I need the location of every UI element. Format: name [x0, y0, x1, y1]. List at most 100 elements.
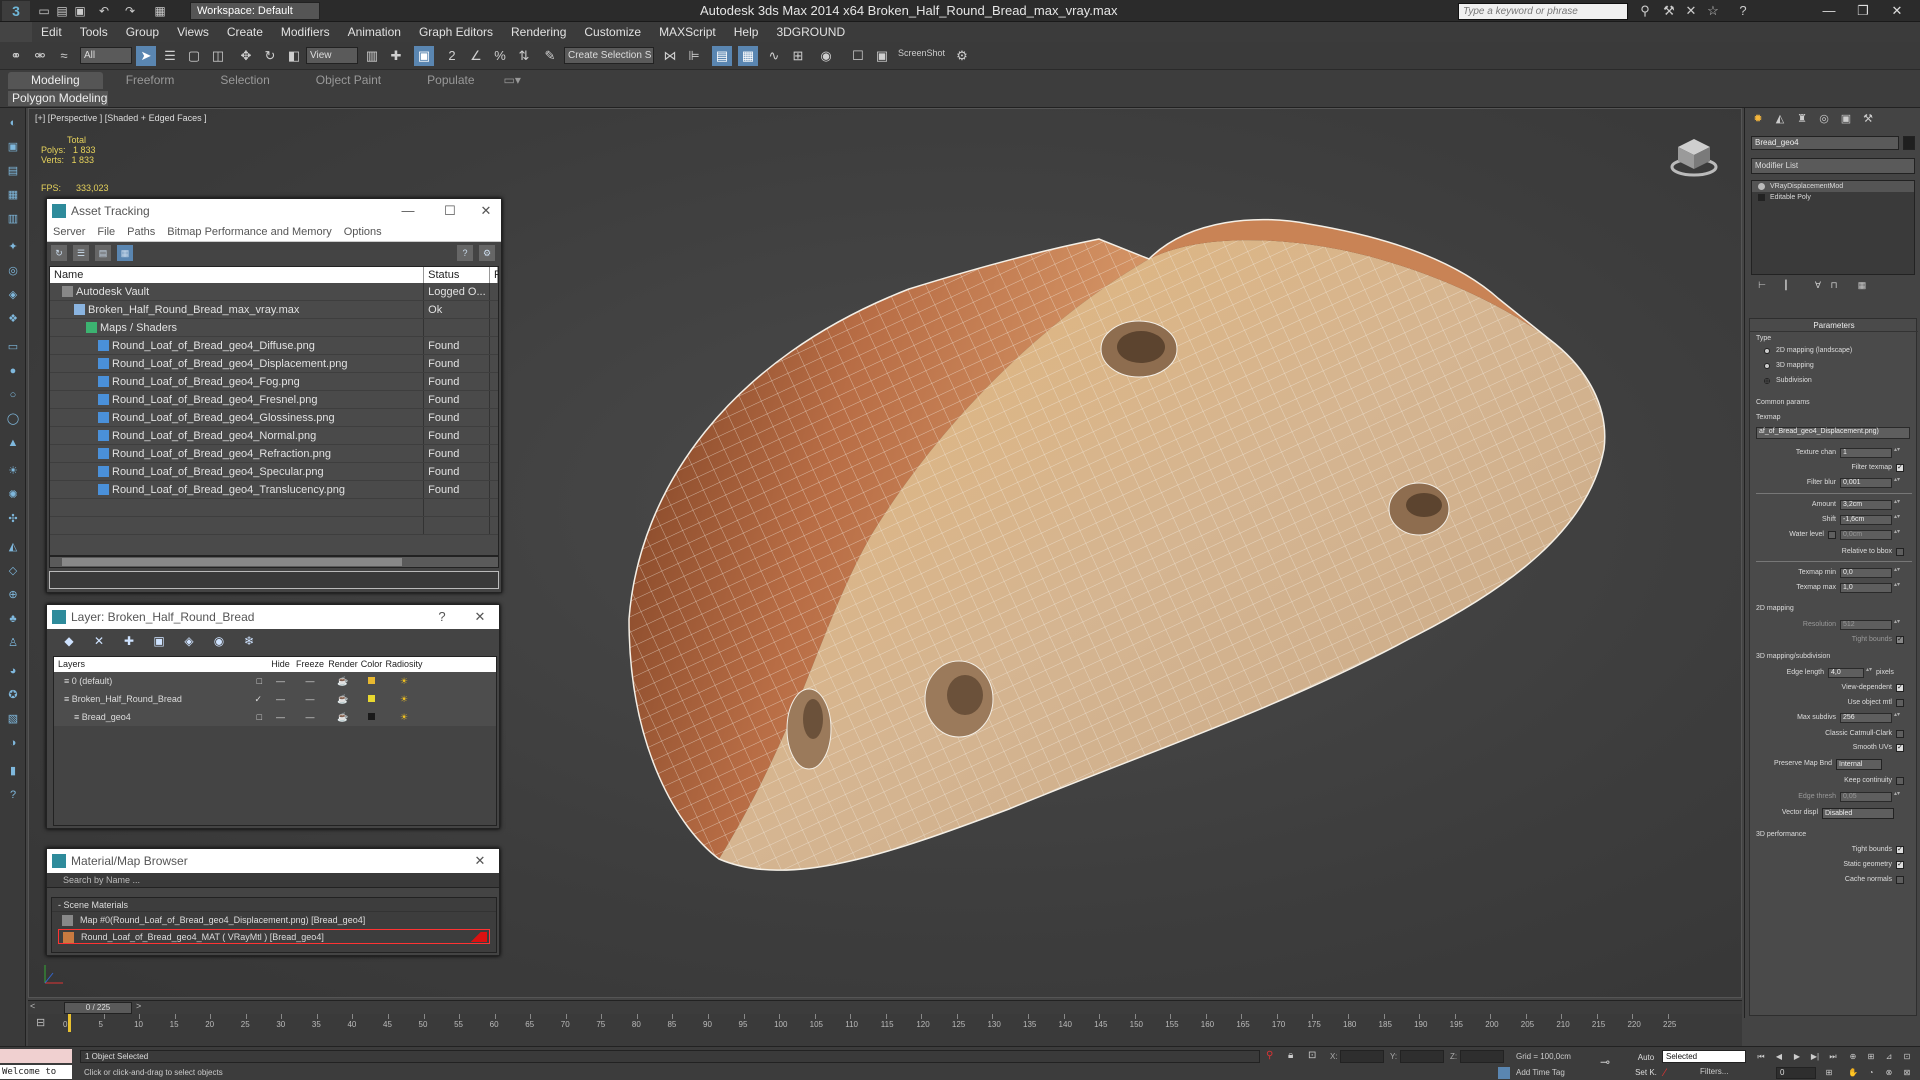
render-frame-icon[interactable]: ▣ [872, 46, 892, 66]
close-window-button[interactable]: ✕ [1874, 0, 1920, 22]
bind-space-warp-icon[interactable]: ≈ [54, 46, 74, 66]
motion-tab-icon[interactable]: ◎ [1813, 110, 1835, 128]
layer-help-button[interactable]: ? [427, 605, 457, 629]
modify-tab-icon[interactable]: ◭ [1769, 110, 1791, 128]
edge-length-input[interactable]: 4,0 [1828, 668, 1864, 678]
stack-item-vraydisplacementmod[interactable]: VRayDisplacementMod [1752, 181, 1914, 192]
asset-row[interactable]: Round_Loaf_of_Bread_geo4_Normal.png Found [50, 427, 498, 445]
material-browser-title-bar[interactable]: Material/Map Browser ✕ [47, 849, 499, 873]
create-tab-icon[interactable]: ✹ [1747, 110, 1769, 128]
col-radiosity[interactable]: Radiosity [384, 657, 424, 672]
max-subdivs-spinner[interactable]: ▴▾ [1894, 712, 1900, 723]
layer-color-cell[interactable] [359, 690, 384, 708]
scale-icon[interactable]: ◧ [284, 46, 304, 66]
modifier-list-dropdown[interactable]: Modifier List [1751, 158, 1915, 174]
resolution-spinner[interactable]: ▴▾ [1894, 619, 1900, 630]
max-subdivs-input[interactable]: 256 [1840, 713, 1892, 723]
material-browser-close-button[interactable]: ✕ [465, 849, 495, 873]
layer-manager-icon[interactable]: ▦ [738, 46, 758, 66]
preserve-map-bnd-dropdown[interactable]: Internal [1836, 759, 1882, 770]
detail-view-icon[interactable]: ▤ [95, 245, 111, 261]
layer-hide-toggle[interactable]: — [268, 708, 293, 726]
shapes-icon[interactable]: ◇ [4, 562, 22, 580]
snaps-toggle-icon[interactable]: 2 [442, 46, 462, 66]
menu-rendering[interactable]: Rendering [502, 22, 575, 42]
layer-hide-toggle[interactable]: — [268, 690, 293, 708]
layer-highlight-icon[interactable]: ◈ [181, 633, 197, 649]
shift-spinner[interactable]: ▴▾ [1894, 514, 1900, 525]
col-render[interactable]: Render [327, 657, 359, 672]
percent-snap-icon[interactable]: % [490, 46, 510, 66]
make-unique-icon[interactable]: ∀ [1811, 280, 1825, 291]
viewcube-icon[interactable] [1669, 135, 1719, 179]
maximize-viewport-icon[interactable]: ⊡ [1900, 1051, 1914, 1063]
time-slider[interactable]: < 0 / 225 > [28, 1000, 1742, 1014]
next-frame-icon[interactable]: ▶| [1808, 1051, 1822, 1063]
y-coordinate-input[interactable] [1400, 1050, 1444, 1063]
stack-item-editable-poly[interactable]: Editable Poly [1752, 192, 1914, 203]
auto-key-button[interactable]: Auto [1632, 1051, 1660, 1064]
edge-length-spinner[interactable]: ▴▾ [1866, 667, 1872, 678]
radio-3d-mapping[interactable] [1764, 363, 1770, 369]
material-item-vraymtl[interactable]: Round_Loaf_of_Bread_geo4_MAT ( VRayMtl )… [58, 929, 490, 944]
go-to-end-icon[interactable]: ⏭ [1826, 1051, 1840, 1063]
shift-input[interactable]: -1,6cm [1840, 515, 1892, 525]
cameras-icon[interactable]: ◎ [4, 262, 22, 280]
curve-editor-icon[interactable]: ∿ [764, 46, 784, 66]
menu-maxscript[interactable]: MAXScript [650, 22, 725, 42]
current-layer-check-icon[interactable]: ✓ [254, 690, 262, 708]
menu-customize[interactable]: Customize [575, 22, 650, 42]
sphere-icon[interactable]: ● [4, 362, 22, 380]
align-icon[interactable]: ⊫ [684, 46, 704, 66]
layer-color-cell[interactable] [359, 708, 384, 726]
layer-freeze-all-icon[interactable]: ❄ [241, 633, 257, 649]
material-editor-icon[interactable]: ◉ [816, 46, 836, 66]
layer-add-selected-icon[interactable]: ✚ [121, 633, 137, 649]
col-hide[interactable]: Hide [268, 657, 293, 672]
water-level-spinner[interactable]: ▴▾ [1894, 529, 1900, 540]
key-filters-button[interactable]: Filters... [1700, 1067, 1728, 1076]
asset-row[interactable]: Maps / Shaders [50, 319, 498, 337]
time-slider-prev-icon[interactable]: < [30, 1001, 35, 1011]
exchange-icon[interactable]: ✕ [1682, 2, 1700, 20]
col-p[interactable]: P [490, 267, 498, 283]
cache-normals-checkbox[interactable] [1896, 876, 1904, 884]
layer-box-icon[interactable]: □ [257, 672, 262, 690]
walk-through-icon[interactable]: ⊗ [1882, 1067, 1896, 1079]
app-menu-button[interactable]: 3 [2, 1, 30, 21]
object-name-field[interactable]: Bread_geo4 [1751, 136, 1899, 150]
asset-row[interactable]: Autodesk Vault Logged O... [50, 283, 498, 301]
systems-icon[interactable]: ⊕ [4, 586, 22, 604]
water-level-input[interactable]: 0,0cm [1840, 530, 1892, 540]
asset-row[interactable]: Round_Loaf_of_Bread_geo4_Diffuse.png Foun… [50, 337, 498, 355]
asset-row[interactable]: Round_Loaf_of_Bread_geo4_Specular.png Fou… [50, 463, 498, 481]
minimize-dialog-button[interactable]: — [393, 199, 423, 223]
pin-stack-icon[interactable]: ⊢ [1755, 280, 1769, 291]
track-bar[interactable]: ⊟ 0 5 10 15 20 25 30 35 40 45 50 55 60 65 70 75 80 85 90 95… [28, 1014, 1742, 1046]
texmap-button[interactable]: af_of_Bread_geo4_Displacement.png) [1756, 427, 1910, 439]
key-filters-icon[interactable]: ⁄ [1664, 1067, 1666, 1079]
refresh-icon[interactable]: ↻ [51, 245, 67, 261]
menu-edit[interactable]: Edit [32, 22, 71, 42]
layer-render-teapot-icon[interactable]: ☕ [327, 672, 359, 690]
amount-input[interactable]: 3,2cm [1840, 500, 1892, 510]
current-frame-marker[interactable] [68, 1014, 71, 1032]
view-dependent-checkbox[interactable]: ✓ [1896, 684, 1904, 692]
sun-light-icon[interactable]: ☀ [4, 462, 22, 480]
redo-icon[interactable]: ↷ [122, 3, 138, 19]
mini-curve-editor-icon[interactable]: ⊟ [36, 1016, 56, 1030]
layer-row[interactable]: ≡ 0 (default) □ — — ☕ ☀ [54, 672, 496, 690]
utilities-tab-icon[interactable]: ⚒ [1857, 110, 1879, 128]
layer-freeze-toggle[interactable]: — [293, 708, 327, 726]
layer-create-icon[interactable]: ◆ [61, 633, 77, 649]
maxscript-listener-input[interactable] [0, 1049, 72, 1063]
asset-row[interactable]: Round_Loaf_of_Bread_geo4_Refraction.png F… [50, 445, 498, 463]
polygon-modeling-panel[interactable]: Polygon Modeling [8, 91, 108, 106]
filter-texmap-checkbox[interactable]: ✓ [1896, 464, 1904, 472]
play-icon[interactable]: ▶ [1790, 1051, 1804, 1063]
spacewarps-icon[interactable]: ❖ [4, 310, 22, 328]
asset-row[interactable]: Round_Loaf_of_Bread_geo4_Translucency.pn… [50, 481, 498, 499]
unlink-icon[interactable]: ⚮ [30, 46, 50, 66]
table-view-icon[interactable]: ▦ [117, 245, 133, 261]
favorites-star-icon[interactable]: ☆ [1704, 2, 1722, 20]
